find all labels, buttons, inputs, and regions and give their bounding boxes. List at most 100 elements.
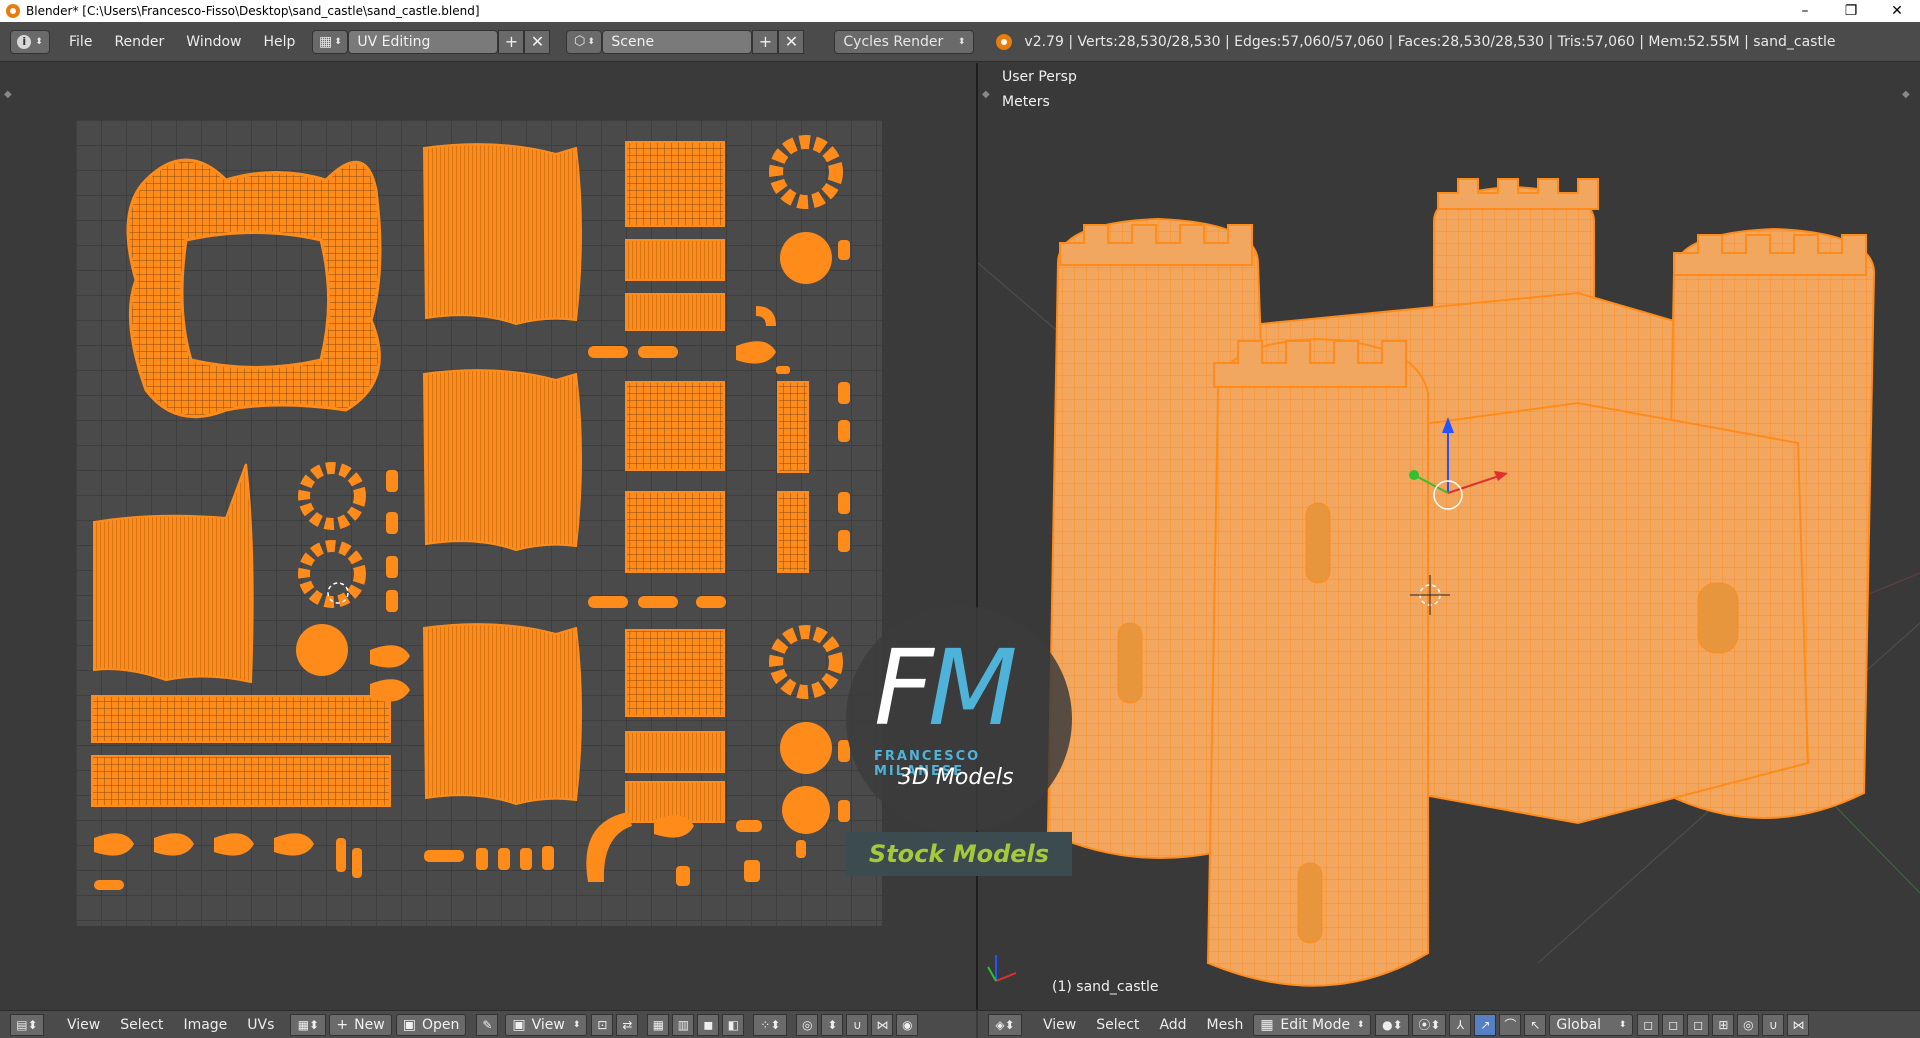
sticky-mode-select[interactable]: ⁘⬍ [753, 1013, 788, 1036]
editor-type-3d-button[interactable]: ◈⬍ [988, 1013, 1022, 1036]
blender-logo-icon [6, 4, 20, 18]
vp-menu-select[interactable]: Select [1086, 1017, 1149, 1033]
render-engine-value: Cycles Render [843, 33, 944, 50]
translate-manipulator-button[interactable]: ↗ [1474, 1013, 1497, 1036]
castle-mesh[interactable] [978, 63, 1920, 1010]
layer-button-3[interactable]: ◻ [1687, 1013, 1710, 1036]
layer-icon: ◻ [1693, 1017, 1704, 1032]
watermark-fm: FM [874, 627, 1018, 749]
menu-window[interactable]: Window [175, 22, 252, 62]
solid-shading-icon: ●⬍ [1382, 1017, 1403, 1032]
manipulator-icon: ⅄ [1456, 1017, 1465, 1032]
uv-image-editor[interactable]: ◆ [0, 63, 976, 1010]
image-browse-button[interactable]: ▦⬍ [290, 1013, 327, 1036]
rotate-manipulator-button[interactable]: ⌒ [1499, 1013, 1522, 1036]
vp-snap-element-button[interactable]: ⋈ [1787, 1013, 1810, 1036]
layout-browse-button[interactable]: ▦ ⬍ [312, 29, 349, 54]
minimize-button[interactable]: – [1782, 0, 1828, 22]
vp-proportional-edit-button[interactable]: ◎ [1737, 1013, 1760, 1036]
plus-icon: + [336, 1016, 349, 1033]
editor-type-uv-button[interactable]: ▤⬍ [10, 1013, 44, 1036]
snap-element-icon: ⋈ [1792, 1017, 1805, 1032]
vp-snap-button[interactable]: ∪ [1762, 1013, 1785, 1036]
uv-select-sync-button[interactable]: ⇄ [616, 1013, 639, 1036]
face-select-icon: ◼ [703, 1017, 714, 1032]
remove-layout-button[interactable]: ✕ [524, 29, 551, 54]
arrow-icon: ↗ [1480, 1017, 1491, 1032]
vp-menu-add[interactable]: Add [1149, 1017, 1196, 1033]
manipulator-toggle-button[interactable]: ⅄ [1449, 1013, 1472, 1036]
layout-name-field[interactable]: UV Editing [348, 29, 499, 54]
maximize-button[interactable]: ❐ [1828, 0, 1874, 22]
chevron-updown-icon: ⬍ [334, 36, 342, 47]
scene-name-field[interactable]: Scene [602, 29, 753, 54]
viewport-shading-select[interactable]: ●⬍ [1375, 1013, 1410, 1036]
layout-name-value: UV Editing [357, 33, 431, 50]
pin-icon: ✎ [482, 1017, 493, 1032]
menu-help[interactable]: Help [252, 22, 306, 62]
edit-mode-icon: ▦ [1260, 1016, 1274, 1033]
edge-select-icon: ▥ [677, 1017, 690, 1032]
snap-button[interactable]: ∪ [846, 1013, 869, 1036]
remove-scene-button[interactable]: ✕ [778, 29, 805, 54]
window-title: Blender* [C:\Users\Francesco-Fisso\Deskt… [26, 4, 480, 18]
select-island-button[interactable]: ◧ [722, 1013, 745, 1036]
proportional-edit-button[interactable]: ◎ [796, 1013, 819, 1036]
scene-stats: v2.79 | Verts:28,530/28,530 | Edges:57,0… [1024, 33, 1836, 50]
chevron-updown-icon: ⬍ [35, 36, 43, 47]
viewport-header: ◈⬍ View Select Add Mesh ▦ Edit Mode ⬍ ●⬍ ⦿… [978, 1010, 1920, 1038]
editor-type-info-button[interactable]: i ⬍ [10, 29, 50, 54]
pivot-point-icon: ⦿⬍ [1418, 1018, 1441, 1032]
image-icon: ▦⬍ [297, 1017, 320, 1032]
select-vertex-button[interactable]: ▦ [647, 1013, 670, 1036]
add-scene-button[interactable]: + [752, 29, 779, 54]
transform-orientation-select[interactable]: Global ⬍ [1549, 1013, 1634, 1036]
uv-menu-uvs[interactable]: UVs [237, 1017, 284, 1033]
uv-menu-view[interactable]: View [57, 1017, 110, 1033]
view-mode-select[interactable]: ▣ View ⬍ [505, 1013, 588, 1036]
scale-icon: ↖ [1530, 1017, 1541, 1032]
menu-file[interactable]: File [58, 22, 103, 62]
occlude-geometry-button[interactable]: ⊞ [1712, 1013, 1735, 1036]
uv-grid[interactable] [76, 120, 882, 926]
uv-menu-image[interactable]: Image [173, 1017, 237, 1033]
uv-islands[interactable] [76, 120, 882, 926]
window-titlebar: Blender* [C:\Users\Francesco-Fisso\Deskt… [0, 0, 1920, 22]
new-image-button[interactable]: + New [329, 1013, 392, 1036]
interaction-mode-select[interactable]: ▦ Edit Mode ⬍ [1253, 1013, 1372, 1036]
magnet-icon: ∪ [852, 1017, 862, 1032]
watermark-logo: FM FRANCESCO MILANESE 3D Models Stock Mo… [846, 606, 1072, 876]
layer-button-2[interactable]: ◻ [1662, 1013, 1685, 1036]
scale-manipulator-button[interactable]: ↖ [1524, 1013, 1547, 1036]
vp-menu-mesh[interactable]: Mesh [1197, 1017, 1254, 1033]
sync-icon: ⇄ [622, 1017, 633, 1032]
sticky-icon: ⁘⬍ [760, 1017, 781, 1032]
pivot-icon: ⊡ [597, 1017, 608, 1032]
scene-name-value: Scene [611, 33, 655, 50]
scene-browse-button[interactable]: ⬡ ⬍ [566, 29, 603, 54]
layer-button-1[interactable]: ◻ [1637, 1013, 1660, 1036]
snap-element-icon: ⋈ [876, 1017, 889, 1032]
falloff-button[interactable]: ⬍ [821, 1013, 844, 1036]
image-editor-icon: ▤⬍ [16, 1017, 38, 1032]
close-window-button[interactable]: ✕ [1874, 0, 1920, 22]
chevron-updown-icon: ⬍ [957, 36, 966, 47]
select-face-button[interactable]: ◼ [697, 1013, 720, 1036]
pivot-point-select[interactable]: ⦿⬍ [1412, 1013, 1447, 1036]
uv-menu-select[interactable]: Select [110, 1017, 173, 1033]
chevron-updown-icon: ⬍ [587, 36, 595, 47]
pivot-button[interactable]: ⊡ [591, 1013, 614, 1036]
3d-viewport[interactable]: ◆ ◆ User Persp Meters (1) sand_castle [978, 63, 1920, 1010]
snap-element-button[interactable]: ⋈ [871, 1013, 894, 1036]
uv-editor-extra-button[interactable]: ◉ [896, 1013, 919, 1036]
vp-menu-view[interactable]: View [1033, 1017, 1086, 1033]
view-mode-icon: ▣ [512, 1016, 526, 1033]
select-edge-button[interactable]: ▥ [672, 1013, 695, 1036]
layer-icon: ◻ [1668, 1017, 1679, 1032]
pin-image-button[interactable]: ✎ [476, 1013, 499, 1036]
add-layout-button[interactable]: + [498, 29, 525, 54]
open-image-button[interactable]: ▣ Open [395, 1013, 467, 1036]
layer-icon: ◻ [1643, 1017, 1654, 1032]
render-engine-select[interactable]: Cycles Render ⬍ [834, 29, 975, 54]
menu-render[interactable]: Render [103, 22, 175, 62]
